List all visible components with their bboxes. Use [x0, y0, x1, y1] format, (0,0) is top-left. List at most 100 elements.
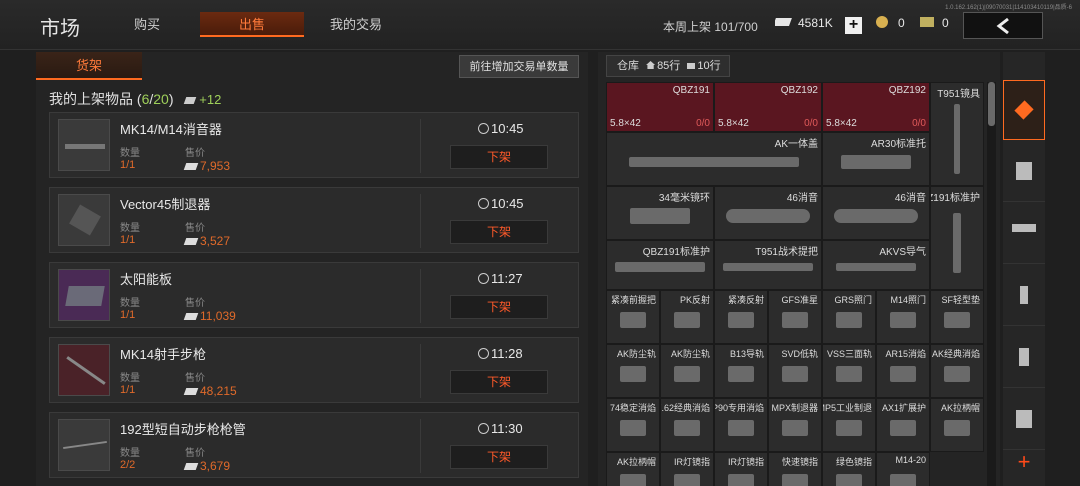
- shelf-summary: 我的上架物品 (6/20) +12: [49, 91, 222, 107]
- category-sidebar: [1003, 52, 1045, 486]
- tab-shelf[interactable]: 货架: [36, 52, 142, 80]
- inventory-item[interactable]: IR灯镜指: [714, 452, 768, 486]
- item-price: 48,215: [185, 384, 237, 398]
- inventory-item[interactable]: B13导轨: [714, 344, 768, 398]
- tab-buy[interactable]: 购买: [114, 12, 180, 37]
- inventory-item[interactable]: AK经典消焰: [930, 344, 984, 398]
- inventory-item[interactable]: VSS三面轨: [822, 344, 876, 398]
- category-armor[interactable]: [1003, 142, 1045, 202]
- inventory-item[interactable]: T951镜具: [930, 82, 984, 186]
- tab-my-trades[interactable]: 我的交易: [320, 12, 392, 37]
- category-weapons[interactable]: [1003, 204, 1045, 264]
- inventory-item[interactable]: GRS照门: [822, 290, 876, 344]
- attachment-icon: [1016, 410, 1032, 428]
- inventory-item[interactable]: AR30标准托: [822, 132, 930, 186]
- inventory-item[interactable]: PK反射: [660, 290, 714, 344]
- category-magazines[interactable]: [1003, 266, 1045, 326]
- inventory-item[interactable]: AK一体盖: [606, 132, 822, 186]
- inventory-item[interactable]: 74稳定消焰: [606, 398, 660, 452]
- price-label: 售价: [185, 148, 205, 159]
- back-button[interactable]: [963, 12, 1043, 39]
- inventory-item[interactable]: MPX制退器: [768, 398, 822, 452]
- divider: [420, 419, 421, 473]
- inventory-item[interactable]: SVD低轨: [768, 344, 822, 398]
- listing-time: 11:28: [478, 346, 523, 361]
- add-currency-button[interactable]: +: [845, 17, 862, 34]
- inventory-item[interactable]: IR灯镜指: [660, 452, 714, 486]
- qty-label: 数量: [120, 298, 140, 309]
- inventory-item[interactable]: M14-20: [876, 452, 930, 486]
- inventory-item[interactable]: GFS准星: [768, 290, 822, 344]
- inventory-item[interactable]: 紧凑前握把: [606, 290, 660, 344]
- price-label: 售价: [185, 223, 205, 234]
- item-name: 太阳能板: [120, 272, 173, 287]
- item-graphic: [620, 419, 646, 436]
- inventory-item[interactable]: 紧凑反射: [714, 290, 768, 344]
- delist-button[interactable]: 下架: [450, 445, 548, 469]
- inventory-item[interactable]: AR15消焰: [876, 344, 930, 398]
- inventory-item[interactable]: 46消音: [822, 186, 930, 240]
- inventory-item[interactable]: T951战术提把: [714, 240, 822, 290]
- inventory-item[interactable]: QBZ191标准护: [606, 240, 714, 290]
- listing-row[interactable]: 太阳能板 数量 售价 1/1 11,039 11:27 下架: [49, 262, 579, 328]
- item-thumbnail: [58, 419, 110, 471]
- inventory-item[interactable]: QBZ192 5.8×42 0/0: [714, 82, 822, 132]
- price-label: 售价: [185, 448, 205, 459]
- inventory-item[interactable]: AKVS导气: [822, 240, 930, 290]
- price-label: 售价: [185, 298, 205, 309]
- inventory-item[interactable]: 7.62经典消焰: [660, 398, 714, 452]
- inventory-item[interactable]: AK拉柄帽: [930, 398, 984, 452]
- inventory-item[interactable]: AK防尘轨: [606, 344, 660, 398]
- item-graphic: [782, 365, 808, 382]
- inventory-item[interactable]: MP5工业制退: [822, 398, 876, 452]
- item-name: 192型短自动步枪枪管: [120, 422, 246, 437]
- inventory-item[interactable]: M14照门: [876, 290, 930, 344]
- category-attachments[interactable]: [1003, 390, 1045, 450]
- inventory-item[interactable]: QBZ192 5.8×42 0/0: [822, 82, 930, 132]
- inventory-item[interactable]: QBZ191标准护: [930, 186, 984, 290]
- listing-row[interactable]: MK14/M14消音器 数量 售价 1/1 7,953 10:45 下架: [49, 112, 579, 178]
- item-thumbnail: [58, 194, 110, 246]
- item-graphic: [674, 311, 700, 328]
- category-ammo[interactable]: [1003, 328, 1045, 388]
- inventory-item[interactable]: SF轻型垫: [930, 290, 984, 344]
- item-graphic: [890, 365, 916, 382]
- delist-button[interactable]: 下架: [450, 145, 548, 169]
- scroll-thumb[interactable]: [988, 82, 995, 126]
- warehouse-scrollbar[interactable]: [987, 82, 996, 486]
- delist-button[interactable]: 下架: [450, 370, 548, 394]
- listing-row[interactable]: MK14射手步枪 数量 售价 1/1 48,215 11:28 下架: [49, 337, 579, 403]
- item-graphic: [728, 365, 754, 382]
- inventory-item[interactable]: AK拉柄帽: [606, 452, 660, 486]
- inventory-item[interactable]: 46消音: [714, 186, 822, 240]
- weekly-listing-label: 本周上架 101/700: [663, 20, 758, 34]
- listing-row[interactable]: Vector45制退器 数量 售价 1/1 3,527 10:45 下架: [49, 187, 579, 253]
- tab-warehouse[interactable]: 仓库 85行 10行: [606, 55, 730, 77]
- inventory-item[interactable]: QBZ191 5.8×42 0/0: [606, 82, 714, 132]
- item-graphic: [782, 419, 808, 436]
- item-name: MK14射手步枪: [120, 347, 206, 362]
- delist-button[interactable]: 下架: [450, 220, 548, 244]
- inventory-item[interactable]: AK防尘轨: [660, 344, 714, 398]
- home-icon: [646, 61, 656, 69]
- item-graphic: [944, 419, 970, 436]
- currency-coins: 0: [898, 16, 905, 30]
- vest-icon: [1016, 162, 1032, 180]
- inventory-item[interactable]: 快速镜指: [768, 452, 822, 486]
- item-qty: 1/1: [120, 234, 136, 246]
- qty-label: 数量: [120, 148, 140, 159]
- item-graphic: [620, 365, 646, 382]
- delist-button[interactable]: 下架: [450, 295, 548, 319]
- item-qty: 2/2: [120, 459, 136, 471]
- inventory-item[interactable]: 34毫米镜环: [606, 186, 714, 240]
- tab-sell[interactable]: 出售: [200, 12, 304, 37]
- qty-label: 数量: [120, 373, 140, 384]
- item-thumbnail: [58, 269, 110, 321]
- inventory-item[interactable]: 绿色镜指: [822, 452, 876, 486]
- add-category-button[interactable]: +: [1003, 448, 1045, 478]
- category-all[interactable]: [1003, 80, 1045, 140]
- add-orders-button[interactable]: 前往增加交易单数量: [459, 55, 579, 78]
- inventory-item[interactable]: AX1扩展护: [876, 398, 930, 452]
- inventory-item[interactable]: P90专用消焰: [714, 398, 768, 452]
- listing-row[interactable]: 192型短自动步枪枪管 数量 售价 2/2 3,679 11:30 下架: [49, 412, 579, 478]
